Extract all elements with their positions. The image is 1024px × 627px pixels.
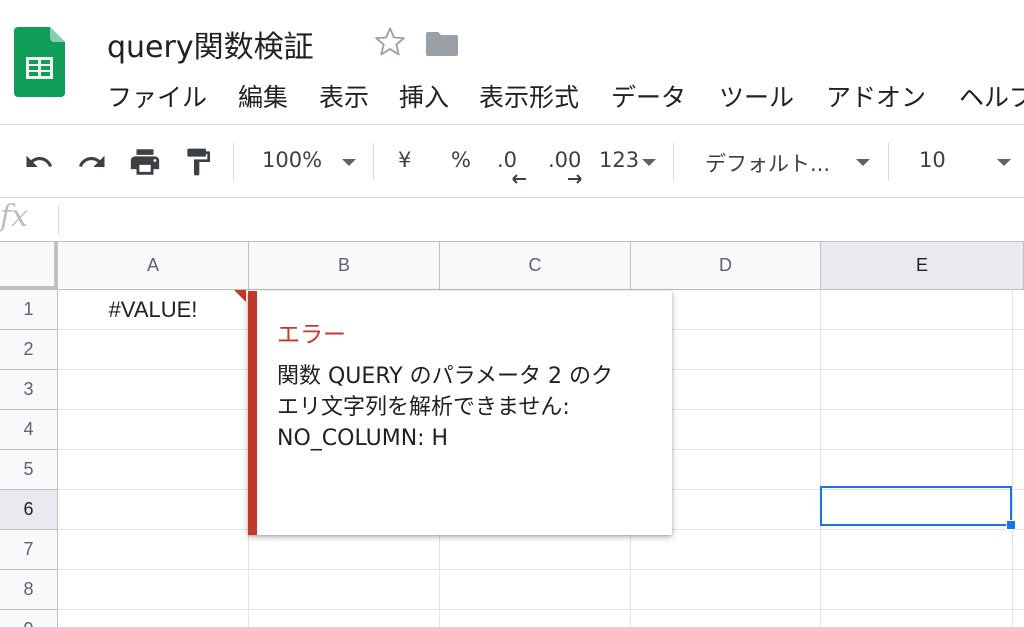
- font-size-select[interactable]: 10: [919, 148, 946, 172]
- fill-handle[interactable]: [1006, 520, 1016, 530]
- toolbar-divider: [233, 143, 234, 181]
- formula-bar: fx: [0, 198, 1024, 242]
- selected-cell-e6[interactable]: [820, 486, 1012, 526]
- menu-addons[interactable]: アドオン: [826, 78, 926, 114]
- document-title[interactable]: query関数検証: [107, 22, 314, 66]
- error-tooltip: エラー 関数 QUERY のパラメータ 2 のク エリ文字列を解析できません: …: [248, 291, 672, 535]
- row-header-6[interactable]: 6: [0, 490, 58, 530]
- error-message: 関数 QUERY のパラメータ 2 のク エリ文字列を解析できません: NO_C…: [277, 361, 657, 454]
- gridline: [58, 609, 1024, 610]
- font-dropdown-icon[interactable]: [856, 159, 870, 166]
- menu-edit[interactable]: 編集: [238, 78, 288, 114]
- error-title: エラー: [277, 322, 346, 348]
- sheets-logo-icon[interactable]: [14, 27, 65, 97]
- menu-tools[interactable]: ツール: [719, 78, 794, 114]
- folder-icon[interactable]: [426, 30, 458, 56]
- column-header-d[interactable]: D: [631, 242, 821, 290]
- print-icon[interactable]: [128, 145, 162, 179]
- error-message-line: 関数 QUERY のパラメータ 2 のク: [277, 364, 613, 389]
- row-header-3[interactable]: 3: [0, 370, 58, 410]
- gridline: [1012, 290, 1013, 627]
- error-indicator-icon[interactable]: [234, 290, 246, 302]
- menu-file[interactable]: ファイル: [107, 78, 207, 114]
- row-header-2[interactable]: 2: [0, 330, 58, 370]
- row-header-9[interactable]: 9: [0, 610, 58, 627]
- font-family-select[interactable]: デフォルト...: [705, 148, 830, 178]
- error-message-line: NO_COLUMN: H: [277, 426, 449, 451]
- menu-data[interactable]: データ: [611, 78, 686, 114]
- toolbar-divider: [888, 143, 889, 181]
- more-formats-dropdown-icon[interactable]: [642, 159, 656, 166]
- menu-insert[interactable]: 挿入: [399, 78, 449, 114]
- gridline: [58, 569, 1024, 570]
- row-header-8[interactable]: 8: [0, 570, 58, 610]
- select-all-corner[interactable]: [0, 242, 58, 290]
- error-message-line: エリ文字列を解析できません:: [277, 395, 570, 420]
- increase-decimal-button[interactable]: .00: [548, 148, 581, 172]
- cell-a1[interactable]: #VALUE!: [58, 290, 248, 330]
- formula-divider: [58, 206, 59, 234]
- menu-view[interactable]: 表示: [319, 78, 369, 114]
- gridline: [820, 290, 821, 627]
- arrow-right-icon: [568, 174, 582, 184]
- row-header-4[interactable]: 4: [0, 410, 58, 450]
- more-formats-button[interactable]: 123: [599, 148, 639, 172]
- row-header-5[interactable]: 5: [0, 450, 58, 490]
- star-icon[interactable]: [372, 24, 408, 60]
- font-size-dropdown-icon[interactable]: [997, 159, 1011, 166]
- menu-format[interactable]: 表示形式: [479, 78, 579, 114]
- column-header-c[interactable]: C: [440, 242, 631, 290]
- redo-icon[interactable]: [75, 147, 109, 177]
- decrease-decimal-button[interactable]: .0: [497, 148, 517, 172]
- undo-icon[interactable]: [22, 147, 56, 177]
- toolbar: 100% ¥ % .0 .00 123 デフォルト... 10: [0, 124, 1024, 198]
- arrow-left-icon: [512, 174, 526, 184]
- formula-input[interactable]: [70, 200, 1010, 238]
- toolbar-divider: [673, 143, 674, 181]
- column-header-e[interactable]: E: [821, 242, 1024, 290]
- fx-icon: fx: [0, 199, 29, 234]
- row-header-7[interactable]: 7: [0, 530, 58, 570]
- toolbar-divider: [373, 143, 374, 181]
- menu-help[interactable]: ヘルプ: [959, 78, 1024, 114]
- percent-format-button[interactable]: %: [451, 148, 471, 172]
- zoom-dropdown-icon[interactable]: [342, 159, 356, 166]
- app-header: query関数検証 ファイル 編集 表示 挿入 表示形式 データ ツール アドオ…: [0, 0, 1024, 124]
- column-header-a[interactable]: A: [58, 242, 249, 290]
- currency-format-button[interactable]: ¥: [398, 148, 411, 172]
- zoom-select[interactable]: 100%: [262, 148, 322, 172]
- row-header-1[interactable]: 1: [0, 290, 58, 330]
- column-header-b[interactable]: B: [249, 242, 440, 290]
- paint-format-icon[interactable]: [182, 145, 214, 179]
